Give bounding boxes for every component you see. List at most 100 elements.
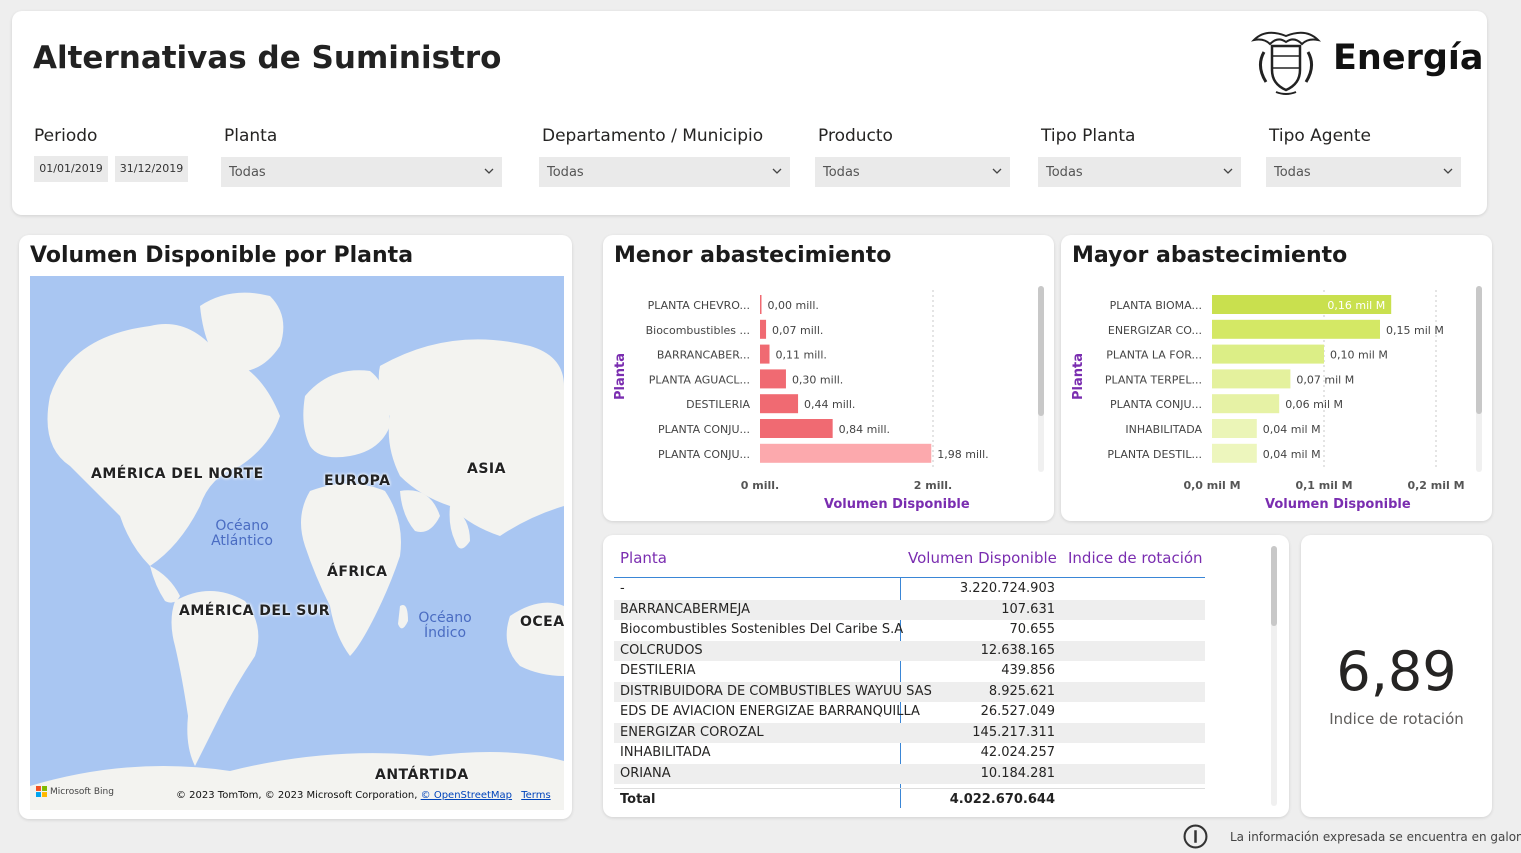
map-label-antarctica: ANTÁRTIDA [375, 767, 469, 783]
category-label: Biocombustibles ... [646, 324, 750, 337]
osm-link[interactable]: © OpenStreetMap [421, 790, 512, 801]
filter-periodo-label: Periodo [34, 126, 98, 146]
map-label-north-america: AMÉRICA DEL NORTE [91, 466, 264, 482]
microsoft-logo-icon [36, 786, 47, 797]
map-label-europe: EUROPA [324, 473, 391, 489]
menor-x-axis-title: Volumen Disponible [824, 497, 970, 512]
map-label-oceania: OCEA [520, 614, 564, 630]
bar [1212, 394, 1280, 414]
table-row[interactable]: BARRANCABERMEJA 107.631 [614, 599, 1205, 620]
table-row[interactable]: ORIANA 10.184.281 [614, 763, 1205, 784]
bar [760, 419, 833, 438]
data-label: 0,11 mill. [776, 349, 827, 362]
depto-dropdown-value: Todas [547, 165, 584, 180]
menor-scrollbar[interactable] [1038, 286, 1044, 416]
tipo-agente-dropdown-value: Todas [1274, 165, 1311, 180]
map-label-indian: Océano Índico [410, 611, 480, 641]
data-label: 0,07 mil M [1296, 373, 1354, 386]
data-label: 0,04 mil M [1263, 423, 1321, 436]
category-label: PLANTA CHEVRO... [648, 299, 750, 312]
category-label: PLANTA CONJU... [1110, 398, 1202, 411]
bar [760, 319, 767, 339]
planta-dropdown[interactable]: Todas [221, 157, 502, 187]
filter-depto-label: Departamento / Municipio [542, 126, 764, 146]
map-label-asia: ASIA [467, 461, 506, 477]
col-header-planta[interactable]: Planta [620, 549, 667, 567]
cell-volumen: 439.856 [1001, 663, 1055, 678]
bar [760, 443, 932, 463]
footer-note: La información expresada se encuentra en… [1230, 830, 1521, 844]
table-total-row: Total 4.022.670.644 [614, 788, 1205, 811]
data-label: 0,84 mill. [839, 423, 890, 436]
col-header-volumen[interactable]: Volumen Disponible [908, 549, 1057, 567]
filter-tipo-planta-label: Tipo Planta [1041, 126, 1136, 146]
map-shapes [30, 292, 564, 810]
table-scrollbar[interactable] [1271, 546, 1277, 626]
cell-planta: DISTRIBUIDORA DE COMBUSTIBLES WAYUU SAS [620, 683, 932, 699]
data-label: 0,16 mil M [1327, 299, 1385, 312]
tipo-agente-dropdown[interactable]: Todas [1266, 157, 1461, 187]
bar [1212, 369, 1291, 389]
table-row[interactable]: DESTILERIA 439.856 [614, 661, 1205, 682]
cell-planta: ORIANA [620, 765, 671, 781]
category-label: DESTILERIA [686, 398, 750, 411]
filter-planta-label: Planta [224, 126, 278, 146]
category-label: PLANTA BIOMA... [1110, 299, 1202, 312]
logo-text: Energía [1333, 38, 1484, 78]
cell-volumen: 10.184.281 [980, 765, 1055, 781]
bar [1212, 443, 1257, 463]
data-label: 0,00 mill. [768, 299, 819, 312]
chevron-down-icon [484, 168, 494, 174]
cell-planta: DESTILERIA [620, 663, 696, 678]
kpi-label: Indice de rotación [1329, 710, 1464, 728]
menor-bar-chart: 0 mill. 2 mill. PLANTA CHEVRO... 0,00 mill.… [646, 290, 989, 492]
info-icon[interactable] [1183, 824, 1208, 849]
map-label-africa: ÁFRICA [327, 564, 388, 580]
data-label: 1,98 mill. [937, 448, 988, 461]
date-from-input[interactable]: 01/01/2019 [34, 156, 108, 182]
table-row[interactable]: ENERGIZAR COROZAL 145.217.311 [614, 722, 1205, 743]
bar [760, 344, 770, 364]
map-label-south-america: AMÉRICA DEL SUR [179, 603, 331, 619]
bar [760, 295, 762, 314]
category-label: PLANTA CONJU... [658, 423, 750, 436]
date-to-input[interactable]: 31/12/2019 [115, 156, 188, 182]
world-map[interactable]: AMÉRICA DEL NORTE EUROPA ASIA ÁFRICA AMÉ… [30, 276, 564, 810]
attribution-text: © 2023 TomTom, © 2023 Microsoft Corporat… [176, 790, 418, 801]
depto-dropdown[interactable]: Todas [539, 157, 790, 187]
data-label: 0,04 mil M [1263, 448, 1321, 461]
table-row[interactable]: - 3.220.724.903 [614, 579, 1205, 600]
table-row[interactable]: DISTRIBUIDORA DE COMBUSTIBLES WAYUU SAS 8… [614, 681, 1205, 702]
cell-planta: COLCRUDOS [620, 642, 703, 658]
table-row[interactable]: COLCRUDOS 12.638.165 [614, 640, 1205, 661]
cell-planta: Biocombustibles Sostenibles Del Caribe S… [620, 622, 904, 637]
map-label-atlantic: Océano Atlántico [206, 519, 278, 549]
category-label: BARRANCABER... [657, 349, 750, 362]
chevron-down-icon [1223, 168, 1233, 174]
indian-line2: Índico [423, 625, 467, 641]
category-label: ENERGIZAR CO... [1108, 324, 1202, 337]
table-row[interactable]: Biocombustibles Sostenibles Del Caribe S… [614, 620, 1205, 641]
table-row[interactable]: EDS DE AVIACION ENERGIZAE BARRANQUILLA 26… [614, 702, 1205, 723]
category-label: PLANTA TERPEL... [1105, 373, 1202, 386]
coat-of-arms-logo [1246, 22, 1326, 98]
atlantic-line1: Océano [215, 518, 269, 534]
col-header-indice[interactable]: Indice de rotación [1068, 549, 1203, 567]
table-row[interactable]: INHABILITADA 42.024.257 [614, 743, 1205, 764]
cell-planta: - [620, 581, 625, 596]
mayor-scrollbar[interactable] [1476, 286, 1482, 414]
terms-link[interactable]: Terms [521, 790, 550, 801]
tipo-planta-dropdown[interactable]: Todas [1038, 157, 1241, 187]
bar [760, 369, 786, 389]
chevron-down-icon [1443, 168, 1453, 174]
data-label: 0,15 mil M [1386, 324, 1444, 337]
category-label: PLANTA DESTIL... [1107, 448, 1202, 461]
cell-planta: EDS DE AVIACION ENERGIZAE BARRANQUILLA [620, 704, 920, 719]
producto-dropdown-value: Todas [823, 165, 860, 180]
bar [1212, 419, 1257, 438]
cell-volumen: 8.925.621 [988, 683, 1055, 699]
producto-dropdown[interactable]: Todas [815, 157, 1010, 187]
data-label: 0,44 mill. [804, 398, 855, 411]
cell-volumen: 42.024.257 [980, 745, 1055, 760]
mayor-x-axis-title: Volumen Disponible [1265, 497, 1411, 512]
